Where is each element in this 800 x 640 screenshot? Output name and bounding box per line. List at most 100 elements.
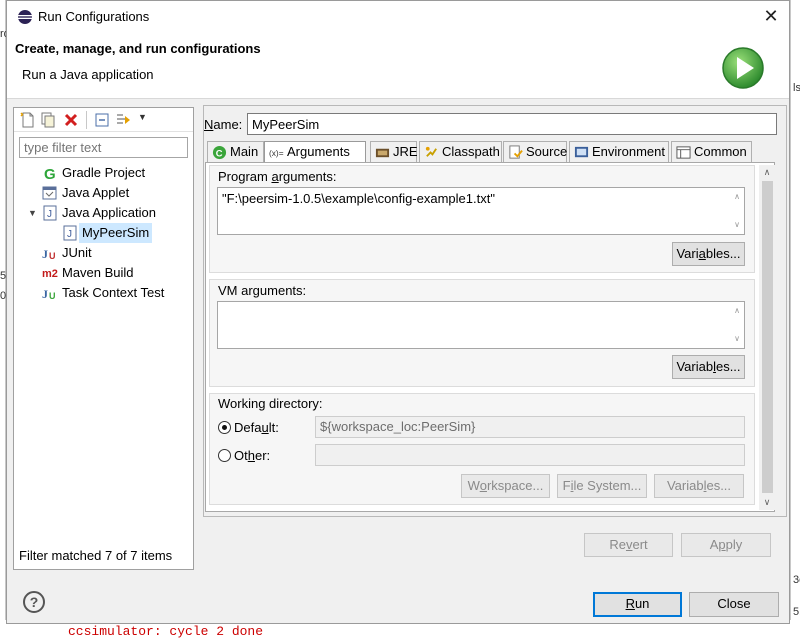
filter-status-text: Filter matched 7 of 7 items xyxy=(19,548,173,563)
vm-variables-button[interactable]: Variables... xyxy=(672,355,745,379)
tree-item-java-application[interactable]: J Java Application xyxy=(42,203,192,223)
arguments-tab-icon: (x)= xyxy=(269,148,284,158)
tree-item-label: MyPeerSim xyxy=(79,223,153,243)
svg-text:J: J xyxy=(67,229,72,240)
configuration-tree-panel: ▼ G Gradle Project Java Applet ▼ J Java … xyxy=(13,107,194,570)
run-banner-icon xyxy=(722,47,764,89)
tree-item-label: Task Context Test xyxy=(62,285,165,300)
close-button[interactable]: Close xyxy=(689,592,779,617)
default-directory-radio[interactable] xyxy=(218,421,231,434)
window-title: Run Configurations xyxy=(38,9,150,24)
tab-arguments[interactable]: (x)= Arguments xyxy=(264,141,366,164)
header-subtitle: Run a Java application xyxy=(22,67,154,82)
tab-source[interactable]: Source xyxy=(503,141,567,163)
dropdown-arrow-icon[interactable]: ▼ xyxy=(138,112,147,122)
tree-item-mypeersim[interactable]: J MyPeerSim xyxy=(62,223,192,243)
chevron-down-icon[interactable]: ▼ xyxy=(28,208,37,218)
name-label: Name: xyxy=(204,117,243,132)
tree-item-java-applet[interactable]: Java Applet xyxy=(42,183,192,203)
other-directory-field[interactable] xyxy=(315,444,745,466)
tab-common[interactable]: Common xyxy=(671,141,752,163)
background-editor-right: ls 3e 51 xyxy=(790,0,800,640)
background-text-fragment: 3e xyxy=(793,574,800,586)
background-text-fragment: ls xyxy=(793,82,800,94)
dialog-header: Create, manage, and run configurations R… xyxy=(7,32,789,99)
scroll-down-icon[interactable]: ∨ xyxy=(759,495,775,509)
default-directory-field: ${workspace_loc:PeerSim} xyxy=(315,416,745,438)
working-directory-label: Working directory: xyxy=(218,396,323,411)
svg-text:(x)=: (x)= xyxy=(269,148,284,158)
task-context-icon: J U xyxy=(42,287,56,301)
svg-text:U: U xyxy=(49,291,56,301)
tree-item-gradle-project[interactable]: G Gradle Project xyxy=(42,163,192,183)
environment-tab-icon xyxy=(574,146,589,158)
other-directory-radio[interactable] xyxy=(218,449,231,462)
scroll-down-icon[interactable]: ∨ xyxy=(732,334,742,343)
tab-jre[interactable]: JRE xyxy=(370,141,418,163)
apply-button[interactable]: Apply xyxy=(681,533,771,557)
svg-text:m2: m2 xyxy=(42,268,58,280)
tree-item-label: Java Applet xyxy=(62,185,130,200)
jre-tab-icon xyxy=(375,148,390,158)
main-tab-icon: C xyxy=(212,145,227,160)
filter-input[interactable] xyxy=(19,137,188,158)
help-icon[interactable]: ? xyxy=(23,591,45,613)
tree-item-maven-build[interactable]: m2 Maven Build xyxy=(42,263,192,283)
tree-item-junit[interactable]: J U JUnit xyxy=(42,243,192,263)
maven-icon: m2 xyxy=(42,268,58,280)
other-directory-label: Other: xyxy=(234,448,271,463)
svg-text:C: C xyxy=(216,148,223,158)
java-launch-icon: J xyxy=(63,225,77,241)
configuration-name-input[interactable] xyxy=(247,113,777,135)
source-tab-icon xyxy=(509,145,523,159)
common-tab-icon xyxy=(676,146,691,159)
background-text-fragment: 51 xyxy=(793,606,800,618)
vm-arguments-label: VM arguments: xyxy=(218,283,307,298)
toolbar-separator xyxy=(86,111,87,129)
program-arguments-label: Program arguments: xyxy=(218,169,337,184)
tree-item-task-context-test[interactable]: J U Task Context Test xyxy=(42,283,192,303)
tab-vertical-scrollbar[interactable]: ∧ ∨ xyxy=(759,165,775,510)
tree-item-label: Gradle Project xyxy=(62,165,146,180)
scroll-up-icon[interactable]: ∧ xyxy=(732,306,742,315)
scroll-down-icon[interactable]: ∨ xyxy=(732,220,742,229)
tree-toolbar: ▼ xyxy=(14,108,193,132)
new-config-icon[interactable] xyxy=(20,112,36,128)
revert-button[interactable]: Revert xyxy=(584,533,673,557)
tree-item-label: JUnit xyxy=(62,245,92,260)
tab-classpath[interactable]: Classpath xyxy=(419,141,502,163)
file-system-button[interactable]: File System... xyxy=(557,474,647,498)
console-line: ccsimulator: cycle 2 done xyxy=(68,624,264,639)
filter-icon[interactable] xyxy=(116,112,132,128)
tree-item-label: Maven Build xyxy=(62,265,134,280)
tab-main[interactable]: C Main xyxy=(207,141,264,163)
duplicate-icon[interactable] xyxy=(40,112,56,128)
svg-text:J: J xyxy=(42,247,48,261)
svg-text:G: G xyxy=(44,166,56,181)
default-directory-label: Default: xyxy=(234,420,279,435)
junit-icon: J U xyxy=(42,247,56,261)
java-application-icon: J xyxy=(43,205,57,221)
scroll-up-icon[interactable]: ∧ xyxy=(732,192,742,201)
run-configurations-dialog: Run Configurations ✕ Create, manage, and… xyxy=(6,0,790,624)
java-applet-icon xyxy=(42,186,57,200)
svg-text:J: J xyxy=(47,209,52,220)
tree-item-label: Java Application xyxy=(62,205,156,220)
collapse-all-icon[interactable] xyxy=(94,112,110,128)
delete-icon[interactable] xyxy=(63,112,79,128)
eclipse-icon xyxy=(18,10,32,24)
scroll-up-icon[interactable]: ∧ xyxy=(759,165,775,179)
svg-text:U: U xyxy=(49,251,56,261)
vm-arguments-textarea[interactable]: ∧ ∨ xyxy=(217,301,745,349)
title-bar: Run Configurations ✕ xyxy=(7,1,789,32)
directory-variables-button[interactable]: Variables... xyxy=(654,474,744,498)
close-icon[interactable]: ✕ xyxy=(757,4,785,28)
tab-environment[interactable]: Environment xyxy=(569,141,669,163)
gradle-icon: G xyxy=(44,166,56,181)
header-title: Create, manage, and run configurations xyxy=(15,41,261,56)
workspace-button[interactable]: Workspace... xyxy=(461,474,550,498)
program-arguments-textarea[interactable]: "F:\peersim-1.0.5\example\config-example… xyxy=(217,187,745,235)
program-variables-button[interactable]: Variables... xyxy=(672,242,745,266)
run-button[interactable]: Run xyxy=(593,592,682,617)
scrollbar-thumb[interactable] xyxy=(762,181,773,493)
